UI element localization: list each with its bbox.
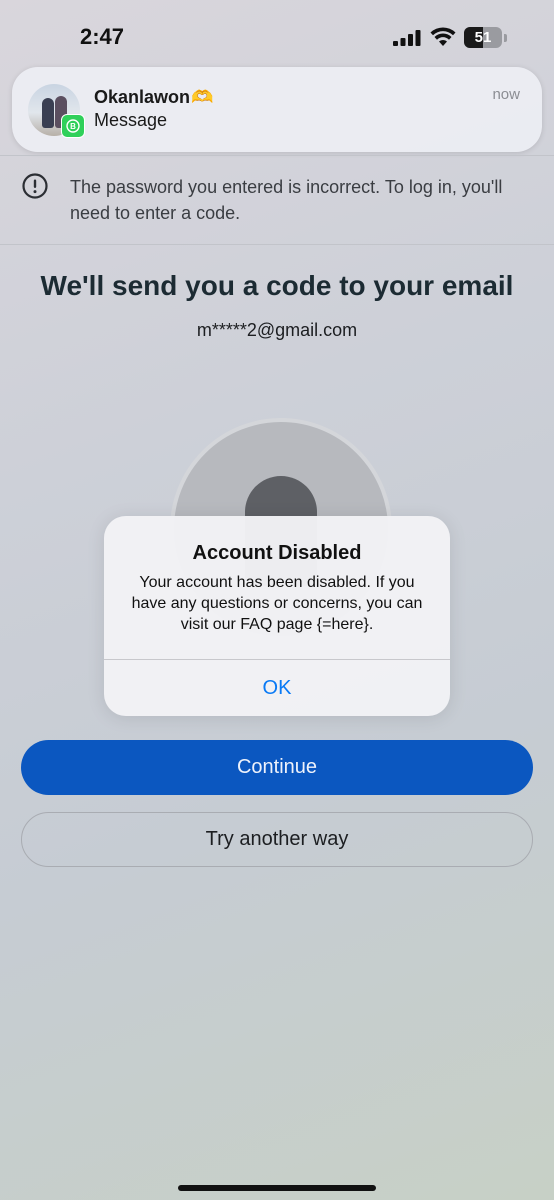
continue-button[interactable]: Continue xyxy=(21,740,533,795)
heart-hands-emoji-icon: 🫶 xyxy=(191,87,214,107)
whatsapp-business-icon: B xyxy=(61,114,85,138)
notification-time: now xyxy=(492,86,520,103)
status-time: 2:47 xyxy=(80,24,125,49)
exclamation-circle-icon xyxy=(22,173,48,199)
page-title: We'll send you a code to your email xyxy=(40,270,514,301)
notification-sender: Okanlawon🫶 xyxy=(94,87,213,108)
message-notification[interactable]: B Okanlawon🫶 Message now xyxy=(12,67,542,152)
app-badge-letter: B xyxy=(70,122,76,131)
battery-icon: 51 xyxy=(464,27,508,49)
alert-ok-button[interactable]: OK xyxy=(104,660,450,716)
battery-level: 51 xyxy=(474,29,492,46)
battery-body: 51 xyxy=(464,27,502,48)
error-banner: The password you entered is incorrect. T… xyxy=(0,155,554,245)
app-badge-glyph: B xyxy=(66,119,80,133)
battery-nub xyxy=(504,34,507,42)
alert-message: Your account has been disabled. If you h… xyxy=(131,574,423,633)
wifi-icon xyxy=(430,27,456,46)
notification-sender-name: Okanlawon xyxy=(94,87,191,107)
masked-email: m*****2@gmail.com xyxy=(196,320,358,340)
home-indicator[interactable] xyxy=(178,1185,376,1191)
avatar-figure xyxy=(42,98,54,128)
try-another-way-button[interactable]: Try another way xyxy=(21,812,533,867)
notification-message: Message xyxy=(94,110,168,130)
cellular-signal-icon xyxy=(393,30,421,46)
account-disabled-alert: Account Disabled Your account has been d… xyxy=(104,516,450,716)
status-bar: 2:47 51 xyxy=(0,0,554,60)
alert-title: Account Disabled xyxy=(192,542,362,564)
error-message: The password you entered is incorrect. T… xyxy=(70,177,503,223)
screen: 2:47 51 B Okanlawon🫶 Message now The pas… xyxy=(0,0,554,1200)
